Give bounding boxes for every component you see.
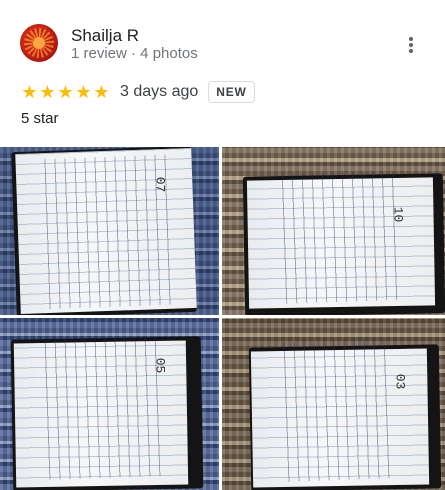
page-number: 05 [152,357,168,374]
handwriting [37,335,163,481]
review-text: 5 star [21,110,59,127]
review-photo[interactable]: 07 [0,147,219,315]
star-icon: ★ [21,82,38,102]
review-photo[interactable]: 03 [222,318,445,490]
review-time: 3 days ago [120,83,199,100]
star-icon: ★ [75,82,92,102]
more-dot [409,49,413,53]
rating-row: ★ ★ ★ ★ ★ 3 days ago NEW [21,79,255,105]
reviewer-avatar[interactable] [20,24,58,62]
star-icon: ★ [39,82,56,102]
reviewer-stats: 1 review · 4 photos [71,45,198,62]
more-dot [409,37,413,41]
handwriting [276,338,398,482]
review-header: Shailja R 1 review · 4 photos [0,0,445,80]
star-icon: ★ [93,82,110,102]
page-number: 03 [392,373,408,390]
new-badge: NEW [208,81,255,103]
page-number: 10 [390,206,406,223]
handwriting [274,169,400,305]
star-icon: ★ [57,82,74,102]
review-photo[interactable]: 05 [0,318,219,490]
more-options-icon[interactable] [401,34,421,56]
star-rating: ★ ★ ★ ★ ★ [21,83,110,101]
more-dot [409,43,413,47]
page-number: 07 [152,176,168,193]
photo-grid: 07 10 05 03 [0,147,445,490]
review-photo[interactable]: 10 [222,147,445,315]
reviewer-name[interactable]: Shailja R [71,26,139,46]
